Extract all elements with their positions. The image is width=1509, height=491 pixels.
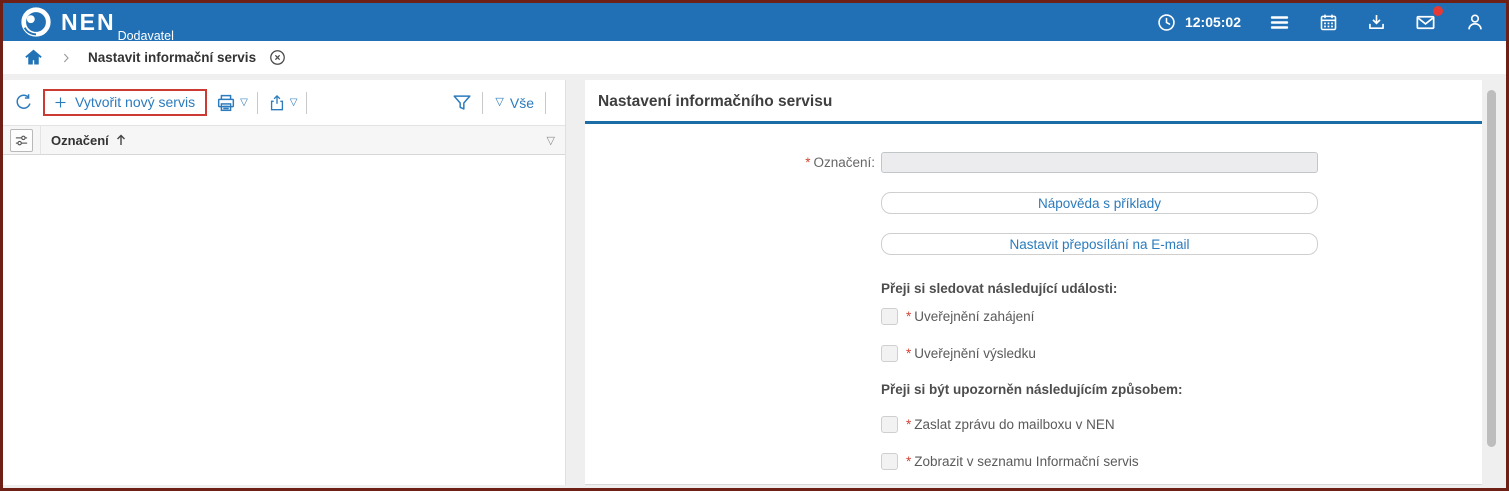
mail-wrap[interactable] — [1414, 11, 1437, 34]
checkbox-label: *Zobrazit v seznamu Informační servis — [906, 454, 1139, 469]
button-row-help: Nápověda s příklady — [585, 192, 1482, 214]
column-header-oznaceni[interactable]: Označení — [51, 133, 127, 148]
unread-badge — [1433, 6, 1443, 16]
checkbox-uverejneni-zahajeni[interactable] — [881, 308, 898, 325]
create-new-service-button[interactable]: Vytvořit nový servis — [43, 89, 207, 116]
table-body-empty — [3, 155, 565, 485]
home-icon[interactable] — [23, 47, 44, 68]
toolbar-divider — [306, 92, 307, 114]
chevron-right-icon — [58, 50, 74, 66]
oznaceni-input[interactable] — [881, 152, 1318, 173]
print-dropdown-icon[interactable]: ▽ — [240, 98, 248, 108]
toolbar-divider — [545, 92, 546, 114]
nen-logo[interactable]: NEN Dodavatel — [3, 5, 174, 39]
brand-text: NEN Dodavatel — [61, 11, 174, 34]
vertical-scrollbar[interactable] — [1487, 90, 1496, 447]
checkbox-zaslat-mailbox[interactable] — [881, 416, 898, 433]
oznaceni-label: Označení: — [813, 155, 875, 170]
sort-ascending-icon — [115, 133, 127, 147]
calendar-icon[interactable] — [1318, 12, 1339, 33]
service-list-panel: Vytvořit nový servis ▽ ▽ ▽ Vše — [3, 80, 566, 485]
column-filter-icon[interactable]: ▽ — [547, 134, 555, 147]
page-title: Nastavit informační servis — [88, 50, 256, 65]
mailbox-label: Zaslat zprávu do mailboxu v NEN — [914, 417, 1114, 432]
information-service-form-panel: Nastavení informačního servisu *Označení… — [585, 80, 1482, 485]
watch-events-heading: Přeji si sledovat následující události: — [881, 281, 1318, 296]
menu-icon[interactable] — [1268, 11, 1291, 34]
print-icon[interactable] — [215, 92, 237, 114]
current-time: 12:05:02 — [1185, 14, 1241, 30]
checkbox-row-zahajeni: *Uveřejnění zahájení — [585, 308, 1482, 325]
required-marker: * — [805, 155, 810, 170]
column-settings-icon[interactable] — [10, 129, 33, 152]
close-tab-icon[interactable] — [268, 48, 287, 67]
topbar: NEN Dodavatel 12:05:02 — [3, 3, 1506, 41]
export-icon[interactable] — [267, 93, 287, 113]
help-examples-button[interactable]: Nápověda s příklady — [881, 192, 1318, 214]
checkbox-label: *Uveřejnění výsledku — [906, 346, 1036, 361]
field-control — [881, 152, 1318, 173]
download-tray-icon[interactable] — [1366, 12, 1387, 33]
refresh-icon[interactable] — [13, 92, 34, 113]
view-all-dropdown[interactable]: ▽ Vše — [492, 95, 534, 111]
zahajeni-label: Uveřejnění zahájení — [914, 309, 1034, 324]
checkbox-row-mailbox: *Zaslat zprávu do mailboxu v NEN — [585, 416, 1482, 433]
email-forwarding-label: Nastavit přeposílání na E-mail — [1009, 237, 1189, 252]
required-marker: * — [906, 346, 911, 361]
user-icon[interactable] — [1464, 11, 1486, 33]
view-all-label: Vše — [510, 95, 534, 111]
form-title: Nastavení informačního servisu — [585, 80, 1482, 108]
button-row-email: Nastavit přeposílání na E-mail — [585, 233, 1482, 255]
form: *Označení: Nápověda s příklady Nastavit … — [585, 124, 1482, 470]
checkbox-zobrazit-seznam[interactable] — [881, 453, 898, 470]
filter-funnel-icon[interactable] — [451, 92, 473, 114]
vysledku-label: Uveřejnění výsledku — [914, 346, 1036, 361]
checkbox-label: *Zaslat zprávu do mailboxu v NEN — [906, 417, 1115, 432]
notify-methods-heading: Přeji si být upozorněn následujícím způs… — [881, 382, 1318, 397]
field-label: *Označení: — [585, 155, 881, 170]
table-settings-cell — [3, 126, 41, 154]
column-header-label: Označení — [51, 133, 109, 148]
email-forwarding-button[interactable]: Nastavit přeposílání na E-mail — [881, 233, 1318, 255]
table-header: Označení ▽ — [3, 125, 565, 155]
field-row-oznaceni: *Označení: — [585, 152, 1482, 173]
topbar-icons: 12:05:02 — [1156, 11, 1506, 34]
seznam-label: Zobrazit v seznamu Informační servis — [914, 454, 1138, 469]
clock-group: 12:05:02 — [1156, 12, 1241, 33]
clock-icon — [1156, 12, 1177, 33]
brand-name: NEN — [61, 11, 116, 34]
checkbox-uverejneni-vysledku[interactable] — [881, 345, 898, 362]
section-watch-events: Přeji si sledovat následující události: — [585, 281, 1482, 296]
view-all-dropdown-icon: ▽ — [495, 97, 503, 108]
app-window: NEN Dodavatel 12:05:02 Nastavit informač… — [0, 0, 1509, 491]
plus-icon — [53, 95, 68, 110]
required-marker: * — [906, 417, 911, 432]
required-marker: * — [906, 309, 911, 324]
checkbox-row-vysledku: *Uveřejnění výsledku — [585, 345, 1482, 362]
required-marker: * — [906, 454, 911, 469]
section-notify-methods: Přeji si být upozorněn následujícím způs… — [585, 382, 1482, 397]
export-dropdown-icon[interactable]: ▽ — [290, 98, 298, 108]
toolbar-divider — [482, 92, 483, 114]
help-examples-label: Nápověda s příklady — [1038, 196, 1161, 211]
list-toolbar: Vytvořit nový servis ▽ ▽ ▽ Vše — [3, 80, 565, 125]
checkbox-row-seznam: *Zobrazit v seznamu Informační servis — [585, 453, 1482, 470]
toolbar-divider — [257, 92, 258, 114]
create-new-service-label: Vytvořit nový servis — [75, 94, 195, 110]
nen-logo-icon — [19, 5, 53, 39]
checkbox-label: *Uveřejnění zahájení — [906, 309, 1034, 324]
breadcrumb: Nastavit informační servis — [3, 41, 1506, 74]
